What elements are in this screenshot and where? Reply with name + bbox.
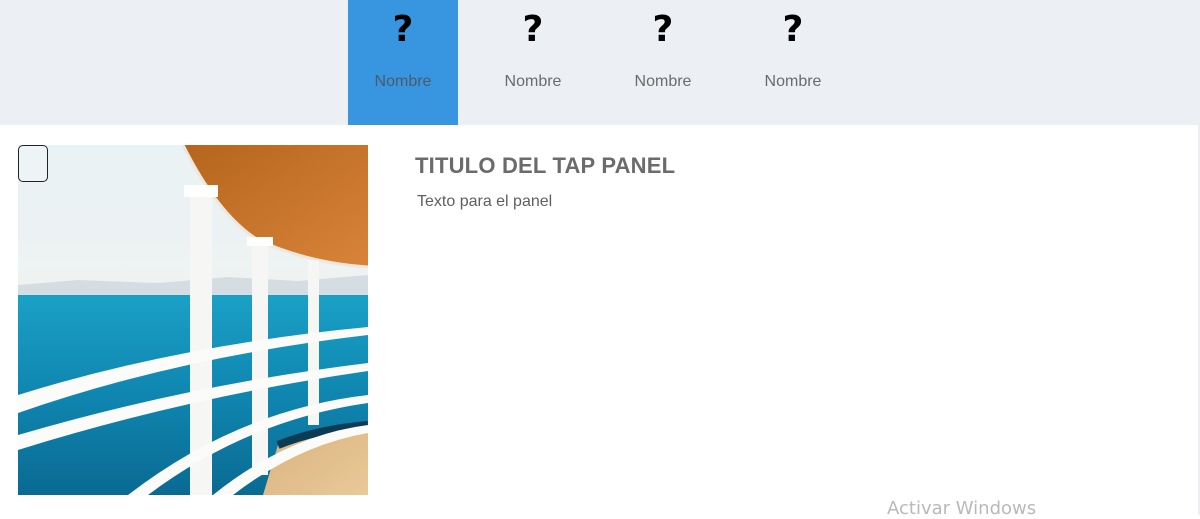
tab-label: Nombre bbox=[764, 73, 822, 90]
tab-label: Nombre bbox=[504, 73, 562, 90]
ship-railing-sea-image bbox=[18, 145, 368, 495]
panel-image bbox=[18, 145, 368, 495]
tab-1[interactable]: ? Nombre bbox=[348, 0, 458, 125]
question-mark-icon: ? bbox=[782, 9, 804, 50]
question-mark-icon: ? bbox=[392, 9, 414, 50]
panel-title: TITULO DEL TAP PANEL bbox=[415, 153, 676, 178]
question-mark-icon: ? bbox=[522, 9, 544, 50]
tab-bar: ? Nombre ? Nombre ? Nombre ? Nombre bbox=[0, 0, 1200, 125]
tab-2[interactable]: ? Nombre bbox=[478, 0, 588, 125]
tab-label: Nombre bbox=[634, 73, 692, 90]
panel-text: Texto para el panel bbox=[417, 193, 553, 210]
tab-panel: TITULO DEL TAP PANEL Texto para el panel bbox=[0, 125, 1200, 515]
tab-4[interactable]: ? Nombre bbox=[738, 0, 848, 125]
tab-3[interactable]: ? Nombre bbox=[608, 0, 718, 125]
question-mark-icon: ? bbox=[652, 9, 674, 50]
activate-windows-watermark: Activar Windows bbox=[887, 498, 1037, 519]
image-overlay-box[interactable] bbox=[18, 145, 48, 182]
tab-label: Nombre bbox=[374, 73, 432, 90]
